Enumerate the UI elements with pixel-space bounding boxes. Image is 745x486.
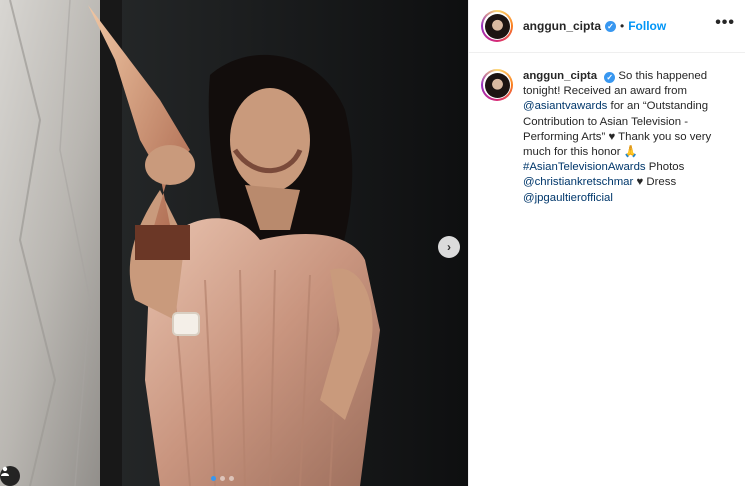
mention-link[interactable]: @christiankretschmar <box>523 176 633 188</box>
header-username[interactable]: anggun_cipta <box>523 19 601 33</box>
follow-button[interactable]: Follow <box>628 19 666 33</box>
verified-icon: ✓ <box>605 20 617 32</box>
next-image-button[interactable]: › <box>438 236 460 258</box>
mention-link[interactable]: @jpgaultierofficial <box>523 192 613 204</box>
carousel-indicator <box>211 476 234 481</box>
post-header: anggun_cipta ✓ • Follow ••• <box>469 0 745 53</box>
post-caption: anggun_cipta ✓ So this happened tonight!… <box>469 53 745 206</box>
post-photo[interactable]: › <box>0 0 468 486</box>
avatar[interactable] <box>481 10 513 42</box>
chevron-right-icon: › <box>447 240 451 254</box>
caption-text: anggun_cipta ✓ So this happened tonight!… <box>523 69 733 206</box>
hashtag-link[interactable]: #AsianTelevisionAwards <box>523 161 646 173</box>
post-sidebar: anggun_cipta ✓ • Follow ••• anggun_cipta… <box>468 0 745 486</box>
carousel-dot <box>220 476 225 481</box>
caption-text-part: Photos <box>648 161 685 174</box>
carousel-dot <box>211 476 216 481</box>
caption-avatar[interactable] <box>481 69 513 101</box>
mention-link[interactable]: @asiantvawards <box>523 100 607 112</box>
separator-dot: • <box>620 19 625 33</box>
caption-username[interactable]: anggun_cipta <box>523 70 597 82</box>
person-tag-icon[interactable] <box>0 466 20 486</box>
photo-illustration <box>0 0 468 486</box>
caption-text-part: ♥ Dress <box>636 176 677 189</box>
more-options-icon[interactable]: ••• <box>715 14 735 32</box>
carousel-dot <box>229 476 234 481</box>
verified-icon: ✓ <box>604 72 616 84</box>
